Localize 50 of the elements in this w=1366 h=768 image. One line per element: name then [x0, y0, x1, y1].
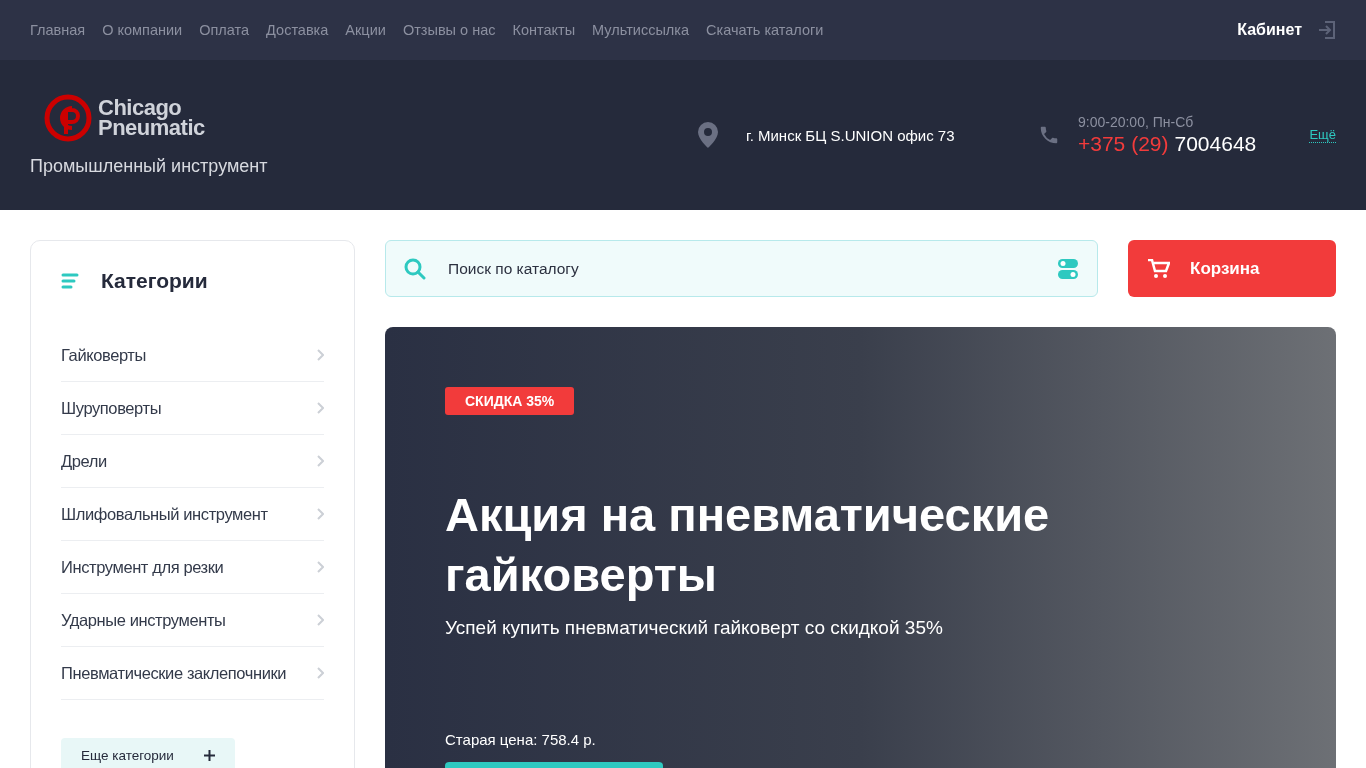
phone-icon — [1038, 124, 1060, 146]
search-icon — [404, 257, 426, 280]
logo-mark-icon — [44, 93, 92, 142]
more-categories-button[interactable]: Еще категории — [61, 738, 235, 768]
search-input[interactable]: Поиск по каталогу — [446, 258, 1037, 279]
chevron-icon — [317, 508, 324, 520]
nav-link[interactable]: Акции — [345, 22, 386, 38]
nav-link[interactable]: Главная — [30, 22, 86, 38]
logo[interactable]: Chicago Pneumatic — [44, 93, 205, 142]
map-pin-icon — [698, 122, 718, 148]
working-hours: 9:00-20:00, Пн-Сб — [1078, 114, 1195, 130]
old-price: Старая цена: 758.4 р. — [445, 731, 596, 748]
menu-icon — [61, 273, 79, 289]
category-item[interactable]: Шлифовальный инструмент — [61, 488, 324, 541]
chevron-icon — [317, 561, 324, 573]
tagline: Промышленный инструмент — [30, 155, 269, 177]
chevron-icon — [317, 667, 324, 679]
login-icon[interactable] — [1318, 20, 1336, 40]
phone-number[interactable]: 7004648 — [1174, 132, 1257, 156]
categories-title: Категории — [101, 269, 208, 293]
category-item[interactable]: Шуруповерты — [61, 382, 324, 435]
search-field[interactable]: Поиск по каталогу — [385, 240, 1098, 297]
chevron-icon — [317, 402, 324, 414]
category-item[interactable]: Инструмент для резки — [61, 541, 324, 594]
cart-button[interactable]: Корзина — [1128, 240, 1336, 297]
more-link[interactable]: Ещё — [1309, 127, 1336, 143]
category-item[interactable]: Гайковерты — [61, 329, 324, 382]
category-item[interactable]: Ударные инструменты — [61, 594, 324, 647]
nav-link[interactable]: Скачать каталоги — [706, 22, 824, 38]
cart-icon — [1148, 258, 1170, 279]
nav-link[interactable]: Мультиссылка — [592, 22, 689, 38]
chevron-icon — [317, 614, 324, 626]
category-item[interactable]: Дрели — [61, 435, 324, 488]
discount-badge: СКИДКА 35% — [445, 387, 575, 415]
chevron-icon — [317, 455, 324, 467]
nav-link[interactable]: Оплата — [199, 22, 250, 38]
phone-code: +375 (29) — [1078, 132, 1169, 156]
chevron-icon — [317, 349, 324, 361]
category-item[interactable]: Пневматические заклепочники — [61, 647, 324, 700]
address-text: г. Минск БЦ S.UNION офис 73 — [746, 126, 955, 144]
nav-link[interactable]: Контакты — [512, 22, 576, 38]
plus-icon — [203, 750, 215, 761]
nav-link[interactable]: Доставка — [266, 22, 329, 38]
logo-text: Chicago — [98, 97, 182, 118]
nav-link[interactable]: О компании — [102, 22, 183, 38]
banner-subtitle: Успей купить пневматический гайковерт со скидкой 35% — [445, 617, 943, 639]
banner-title: Акция на пневматические гайковерты — [445, 487, 1051, 603]
nav-link[interactable]: Отзывы о нас — [402, 22, 496, 38]
toggle-icon[interactable] — [1057, 257, 1079, 280]
account-link[interactable]: Кабинет — [1237, 21, 1302, 39]
